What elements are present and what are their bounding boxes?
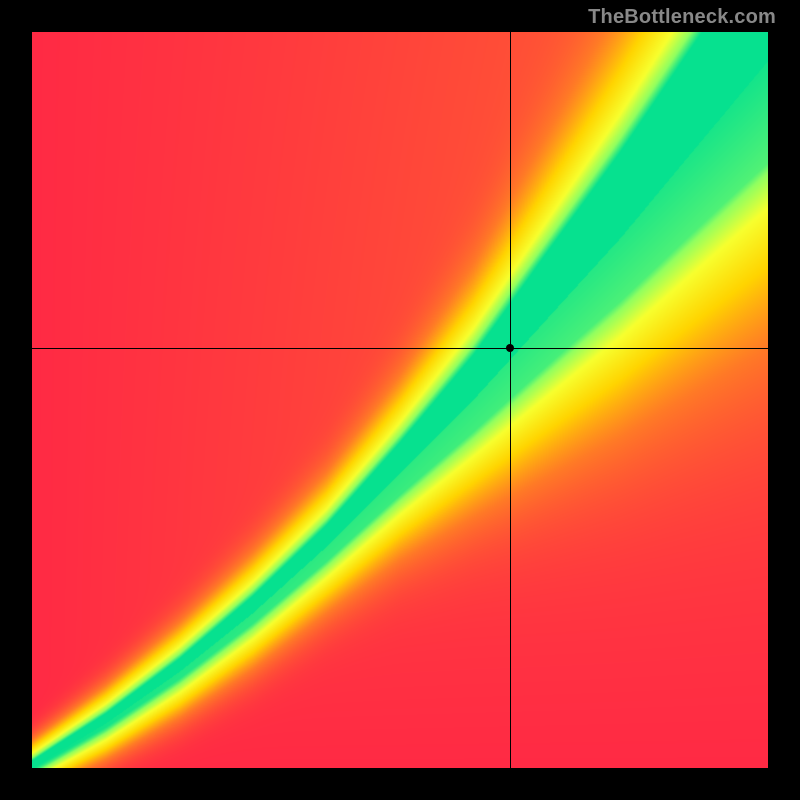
- crosshair-vertical: [510, 32, 511, 768]
- marker-dot: [506, 344, 514, 352]
- chart-frame: TheBottleneck.com: [0, 0, 800, 800]
- heatmap-plot: [32, 32, 768, 768]
- heatmap-canvas: [32, 32, 768, 768]
- watermark-text: TheBottleneck.com: [588, 6, 776, 29]
- crosshair-horizontal: [32, 348, 768, 349]
